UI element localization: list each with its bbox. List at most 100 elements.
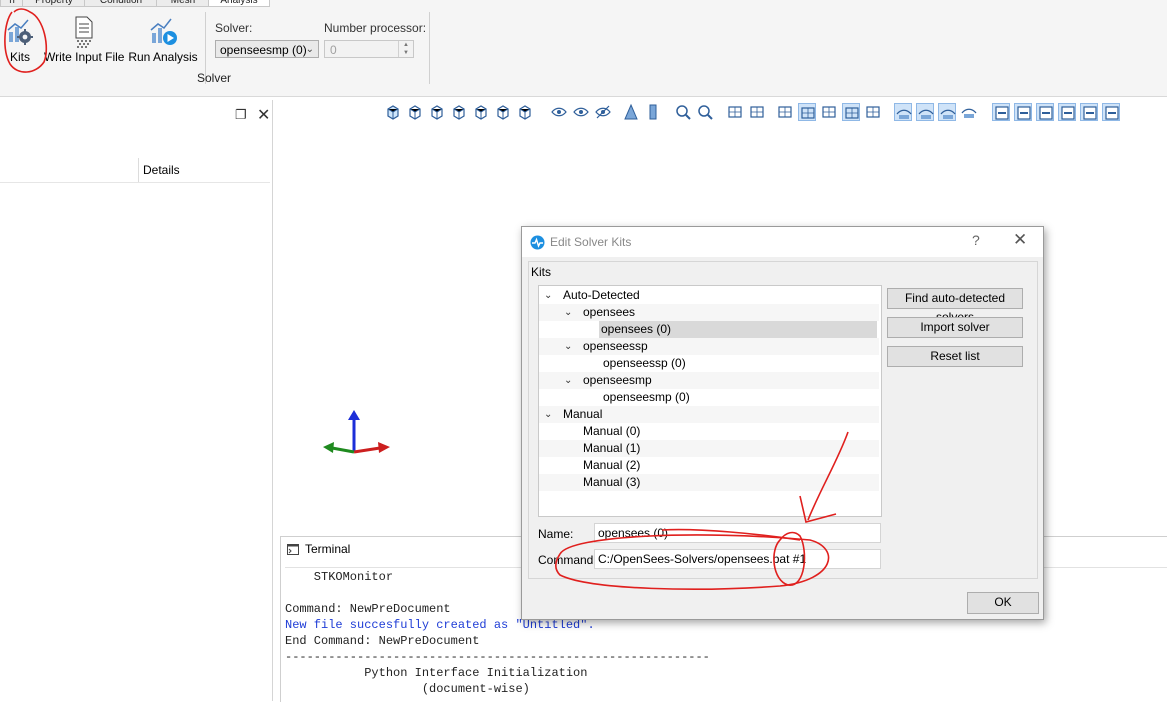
number-processor-value: 0	[330, 43, 337, 57]
terminal-title: Terminal	[305, 542, 351, 556]
terminal-line: Python Interface Initialization	[285, 666, 588, 680]
command-label: Command:	[538, 553, 597, 567]
tree-item-manual-0[interactable]: Manual (0)	[539, 423, 879, 440]
layer-3-icon[interactable]	[1036, 103, 1054, 121]
layer-4-icon[interactable]	[1058, 103, 1076, 121]
ribbon-tab-1[interactable]: n	[0, 0, 24, 7]
run-analysis-label: Run Analysis	[128, 50, 198, 64]
app-logo-icon	[530, 235, 545, 250]
show-a-icon[interactable]	[894, 103, 912, 121]
layer-5-icon[interactable]	[1080, 103, 1098, 121]
reset-list-button[interactable]: Reset list	[887, 346, 1023, 367]
tree-item-label: openseesmp	[583, 373, 652, 387]
tree-item-opensees[interactable]: ⌄ opensees	[539, 304, 879, 321]
screenshot-icon[interactable]	[726, 103, 744, 121]
write-input-file-label: Write Input File	[44, 50, 125, 64]
ok-button[interactable]: OK	[967, 592, 1039, 614]
chevron-down-icon[interactable]: ⌄	[564, 304, 572, 321]
show-b-icon[interactable]	[916, 103, 934, 121]
edit-solver-kits-dialog: Edit Solver Kits ? ✕ Kits ⌄ Auto-Detecte…	[521, 226, 1044, 620]
solver-combo-value: openseesmp (0)	[220, 43, 307, 57]
ribbon-tab-analysis[interactable]: Analysis	[208, 0, 270, 7]
help-icon[interactable]: ?	[972, 232, 980, 248]
tree-item-manual-3[interactable]: Manual (3)	[539, 474, 879, 491]
front-view-icon[interactable]	[406, 103, 424, 121]
tree-item-opensees-0[interactable]: opensees (0)	[539, 321, 879, 338]
terminal-line: Command: NewPreDocument	[285, 602, 451, 616]
tree-item-label: Manual (2)	[583, 458, 641, 472]
bottom-view-icon[interactable]	[516, 103, 534, 121]
hide-icon[interactable]	[960, 103, 978, 121]
ribbon-tab-mesh[interactable]: Mesh	[156, 0, 210, 7]
tree-item-manual-2[interactable]: Manual (2)	[539, 457, 879, 474]
eye-outline-icon[interactable]	[550, 103, 568, 121]
name-field[interactable]: opensees (0)	[594, 523, 881, 543]
tree-item-openseesmp-0[interactable]: openseesmp (0)	[539, 389, 879, 406]
terminal-line: End Command: NewPreDocument	[285, 634, 480, 648]
ribbon-tab-condition[interactable]: Condition	[84, 0, 158, 7]
number-processor-spinbox[interactable]: 0 ▲ ▼	[324, 40, 414, 58]
solver-combo[interactable]: openseesmp (0) ⌄	[215, 40, 319, 58]
angle-icon[interactable]	[820, 103, 838, 121]
chevron-down-icon[interactable]: ⌄	[564, 338, 572, 355]
import-solver-button[interactable]: Import solver	[887, 317, 1023, 338]
grid-icon[interactable]	[776, 103, 794, 121]
tree-item-auto-detected[interactable]: ⌄ Auto-Detected	[539, 287, 879, 304]
orthographic-icon[interactable]	[644, 103, 662, 121]
close-icon[interactable]: ✕	[1013, 230, 1027, 250]
solver-group-label: Solver	[197, 71, 232, 85]
select-tool-icon[interactable]	[864, 103, 882, 121]
chevron-down-icon[interactable]: ⌄	[544, 287, 552, 304]
tree-item-manual-1[interactable]: Manual (1)	[539, 440, 879, 457]
chevron-down-icon[interactable]: ⌄	[564, 372, 572, 389]
terminal-line: New file succesfully created as "Untitle…	[285, 618, 595, 632]
command-field[interactable]: C:/OpenSees-Solvers/opensees.bat #1	[594, 549, 881, 569]
solver-tree[interactable]: ⌄ Auto-Detected ⌄ opensees opensees (0) …	[538, 285, 882, 517]
layer-6-icon[interactable]	[1102, 103, 1120, 121]
zoom-icon[interactable]	[696, 103, 714, 121]
show-c-icon[interactable]	[938, 103, 956, 121]
axis-triad-icon	[323, 410, 390, 454]
close-panel-icon[interactable]: ✕	[257, 105, 270, 125]
layer-1-icon[interactable]	[992, 103, 1010, 121]
tree-item-openseesmp[interactable]: ⌄ openseesmp	[539, 372, 879, 389]
pick-icon[interactable]	[748, 103, 766, 121]
column-divider	[138, 158, 139, 182]
kits-group-label: Kits	[531, 265, 552, 279]
iso-view-icon[interactable]	[384, 103, 402, 121]
kits-button-label: Kits	[9, 50, 30, 64]
zoom-fit-icon[interactable]	[674, 103, 692, 121]
run-analysis-button[interactable]: Run Analysis	[128, 16, 198, 68]
select-box-icon[interactable]	[842, 103, 860, 121]
tree-item-openseessp[interactable]: ⌄ openseessp	[539, 338, 879, 355]
tree-item-label: Auto-Detected	[563, 288, 640, 302]
chevron-down-icon[interactable]: ⌄	[544, 406, 552, 423]
perspective-icon[interactable]	[622, 103, 640, 121]
right-view-icon[interactable]	[472, 103, 490, 121]
tree-item-openseessp-0[interactable]: openseessp (0)	[539, 355, 879, 372]
eye-icon[interactable]	[572, 103, 590, 121]
number-processor-label: Number processor:	[324, 21, 427, 35]
back-view-icon[interactable]	[428, 103, 446, 121]
left-view-icon[interactable]	[450, 103, 468, 121]
view-toolbar	[380, 103, 1140, 123]
tree-item-label: openseessp (0)	[603, 356, 686, 370]
tree-item-manual[interactable]: ⌄ Manual	[539, 406, 879, 423]
find-auto-detected-solvers-button[interactable]: Find auto-detected solvers	[887, 288, 1023, 324]
spin-arrows-icon[interactable]: ▲ ▼	[398, 41, 413, 57]
tree-item-label: opensees	[583, 305, 636, 319]
dialog-titlebar[interactable]: Edit Solver Kits ? ✕	[522, 227, 1043, 257]
ribbon: n Property Condition Mesh Analysis Kits	[0, 0, 1167, 97]
ribbon-tab-property[interactable]: Property	[22, 0, 86, 7]
kits-button[interactable]: Kits	[0, 16, 40, 68]
layer-2-icon[interactable]	[1014, 103, 1032, 121]
top-view-icon[interactable]	[494, 103, 512, 121]
tree-item-label: openseessp	[583, 339, 648, 353]
eye-crossed-icon[interactable]	[594, 103, 612, 121]
tree-item-label: Manual (1)	[583, 441, 641, 455]
float-panel-icon[interactable]: ❐	[235, 107, 247, 123]
write-input-file-button[interactable]: Write Input File	[44, 16, 125, 68]
solver-label: Solver:	[215, 21, 253, 35]
tree-item-label: openseesmp (0)	[603, 390, 690, 404]
grid-selected-icon[interactable]	[798, 103, 816, 121]
